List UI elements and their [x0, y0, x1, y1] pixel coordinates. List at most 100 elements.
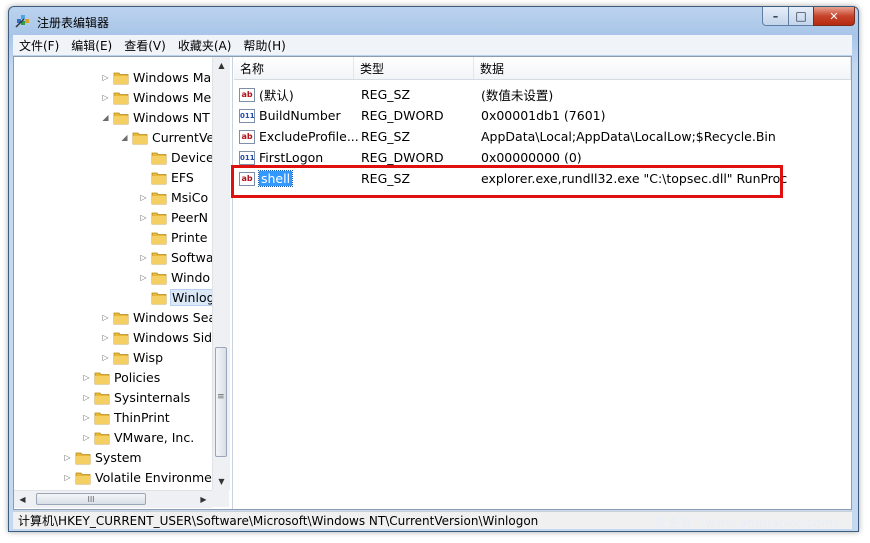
scroll-up-arrow-icon[interactable]: ▲ — [213, 57, 230, 74]
value-name-cell[interactable]: 011 BuildNumber — [239, 105, 341, 126]
tree-item-label: Printe — [171, 229, 208, 245]
column-header-type[interactable]: 类型 — [354, 57, 474, 79]
value-row[interactable]: ab (默认) REG_SZ (数值未设置) — [234, 84, 851, 105]
regedit-app-icon — [15, 15, 29, 28]
horizontal-scroll-thumb[interactable]: III — [36, 493, 146, 505]
folder-icon — [94, 371, 110, 384]
folder-icon — [132, 131, 148, 144]
collapse-arrow-icon[interactable]: ◢ — [101, 113, 110, 122]
string-value-icon: ab — [239, 87, 255, 102]
value-name-cell[interactable]: ab ExcludeProfile... — [239, 126, 359, 147]
vertical-scroll-thumb[interactable]: ≡ — [215, 347, 227, 457]
expand-arrow-icon[interactable]: ▷ — [82, 433, 91, 442]
scroll-right-arrow-icon[interactable]: ▶ — [195, 491, 212, 508]
folder-icon — [113, 351, 129, 364]
string-value-icon: ab — [239, 129, 255, 144]
registry-editor-window: 注册表编辑器 – □ ✕ 文件(F) 编辑(E) 查看(V) 收藏夹(A) 帮助… — [8, 6, 859, 532]
menu-help[interactable]: 帮助(H) — [237, 37, 291, 54]
expand-arrow-icon[interactable]: ▷ — [101, 353, 110, 362]
tree-item[interactable]: ▷ System — [63, 447, 141, 467]
binary-value-icon: 011 — [239, 150, 255, 165]
folder-icon — [113, 331, 129, 344]
tree-item[interactable]: ▷ PeerN — [139, 207, 208, 227]
tree-item[interactable]: ▷ Windows Sid — [101, 327, 212, 347]
collapse-arrow-icon[interactable]: ◢ — [120, 133, 129, 142]
minimize-button[interactable]: – — [762, 7, 789, 26]
tree-item[interactable]: Device — [139, 147, 214, 167]
registry-tree: ▷ Windows Ma ▷ Windows Me ◢ Windows NT ◢ Curren… — [14, 57, 233, 509]
value-name-cell[interactable]: ab (默认) — [239, 84, 294, 105]
expand-arrow-icon[interactable]: ▷ — [101, 313, 110, 322]
expand-arrow-icon[interactable]: ▷ — [82, 413, 91, 422]
tree-item[interactable]: ▷ Volatile Environmen — [63, 467, 220, 487]
tree-item[interactable]: ▷ Windows Ma — [101, 67, 211, 87]
tree-item[interactable]: ▷ Windo — [139, 267, 210, 287]
close-button[interactable]: ✕ — [813, 7, 855, 26]
tree-item[interactable]: ◢ CurrentVe — [120, 127, 214, 147]
value-name: shell — [257, 170, 294, 187]
folder-icon — [151, 291, 167, 304]
scroll-left-arrow-icon[interactable]: ◀ — [14, 491, 31, 508]
expand-arrow-icon[interactable]: ▷ — [101, 93, 110, 102]
tree-item-label: Sysinternals — [114, 389, 191, 405]
close-icon: ✕ — [829, 9, 839, 23]
menu-favorites[interactable]: 收藏夹(A) — [172, 37, 238, 54]
tree-item[interactable]: ▷ Softwa — [139, 247, 213, 267]
tree-item[interactable]: ▷ Windows Me — [101, 87, 211, 107]
tree-item[interactable]: ▷ ThinPrint — [82, 407, 170, 427]
tree-item-label: Windows NT — [133, 109, 210, 125]
maximize-button[interactable]: □ — [788, 7, 814, 26]
value-name-cell[interactable]: ab shell — [239, 168, 294, 189]
tree-item-label: Device — [171, 149, 214, 165]
tree-item[interactable]: Winlog — [139, 287, 217, 307]
tree-item-label: Winlog — [170, 288, 217, 306]
expand-arrow-icon[interactable]: ▷ — [139, 273, 148, 282]
menu-file[interactable]: 文件(F) — [13, 37, 65, 54]
expand-arrow-icon[interactable]: ▷ — [139, 213, 148, 222]
tree-item[interactable]: ▷ MsiCo — [139, 187, 208, 207]
tree-horizontal-scrollbar[interactable]: ◀ III ▶ — [14, 490, 212, 508]
value-name-cell[interactable]: 011 FirstLogon — [239, 147, 323, 168]
value-row[interactable]: 011 BuildNumber REG_DWORD 0x00001db1 (7601) — [234, 105, 851, 126]
expand-arrow-icon[interactable]: ▷ — [139, 193, 148, 202]
tree-vertical-scrollbar[interactable]: ▲ ≡ ▼ — [212, 57, 230, 490]
folder-icon — [113, 91, 129, 104]
expand-arrow-icon[interactable]: ▷ — [82, 393, 91, 402]
folder-icon — [75, 471, 91, 484]
tree-item-label: Volatile Environmen — [95, 469, 220, 485]
menu-edit[interactable]: 编辑(E) — [65, 37, 118, 54]
column-header-name[interactable]: 名称 — [234, 57, 354, 79]
tree-item-label: PeerN — [171, 209, 208, 225]
tree-item[interactable]: ▷ Wisp — [101, 347, 163, 367]
tree-item[interactable]: ▷ Policies — [82, 367, 160, 387]
vertical-grip-icon: ≡ — [217, 392, 225, 402]
expand-arrow-icon[interactable]: ▷ — [139, 253, 148, 262]
expand-arrow-icon[interactable]: ▷ — [63, 453, 72, 462]
tree-item[interactable]: ◢ Windows NT — [101, 107, 210, 127]
value-row[interactable]: 011 FirstLogon REG_DWORD 0x00000000 (0) — [234, 147, 851, 168]
expand-arrow-icon[interactable]: ▷ — [63, 473, 72, 482]
value-name: FirstLogon — [259, 150, 324, 165]
tree-item-label: Windows Ma — [133, 69, 212, 85]
tree-item[interactable]: ▷ VMware, Inc. — [82, 427, 194, 447]
expand-arrow-icon[interactable]: ▷ — [101, 73, 110, 82]
folder-icon — [151, 251, 167, 264]
scroll-down-arrow-icon[interactable]: ▼ — [213, 473, 230, 490]
tree-item[interactable]: EFS — [139, 167, 194, 187]
value-row[interactable]: ab ExcludeProfile... REG_SZ AppData\Local;A… — [234, 126, 851, 147]
tree-item-label: EFS — [171, 169, 194, 185]
expand-arrow-icon[interactable]: ▷ — [82, 373, 91, 382]
tree-item[interactable]: Printe — [139, 227, 207, 247]
expand-arrow-icon[interactable]: ▷ — [101, 333, 110, 342]
value-row[interactable]: ab shell REG_SZ explorer.exe,rundll32.exe "… — [234, 168, 851, 189]
tree-item[interactable]: ▷ Sysinternals — [82, 387, 190, 407]
column-header-data[interactable]: 数据 — [474, 57, 851, 79]
tree-item-label: CurrentVe — [152, 129, 215, 145]
horizontal-grip-icon: III — [87, 494, 95, 504]
tree-item-label: Windows Sea — [133, 309, 217, 325]
title-bar[interactable]: 注册表编辑器 – □ ✕ — [9, 7, 858, 33]
scrollbar-corner — [212, 490, 229, 507]
tree-item-label: ThinPrint — [114, 409, 170, 425]
tree-item[interactable]: ▷ Windows Sea — [101, 307, 216, 327]
menu-view[interactable]: 查看(V) — [118, 37, 172, 54]
